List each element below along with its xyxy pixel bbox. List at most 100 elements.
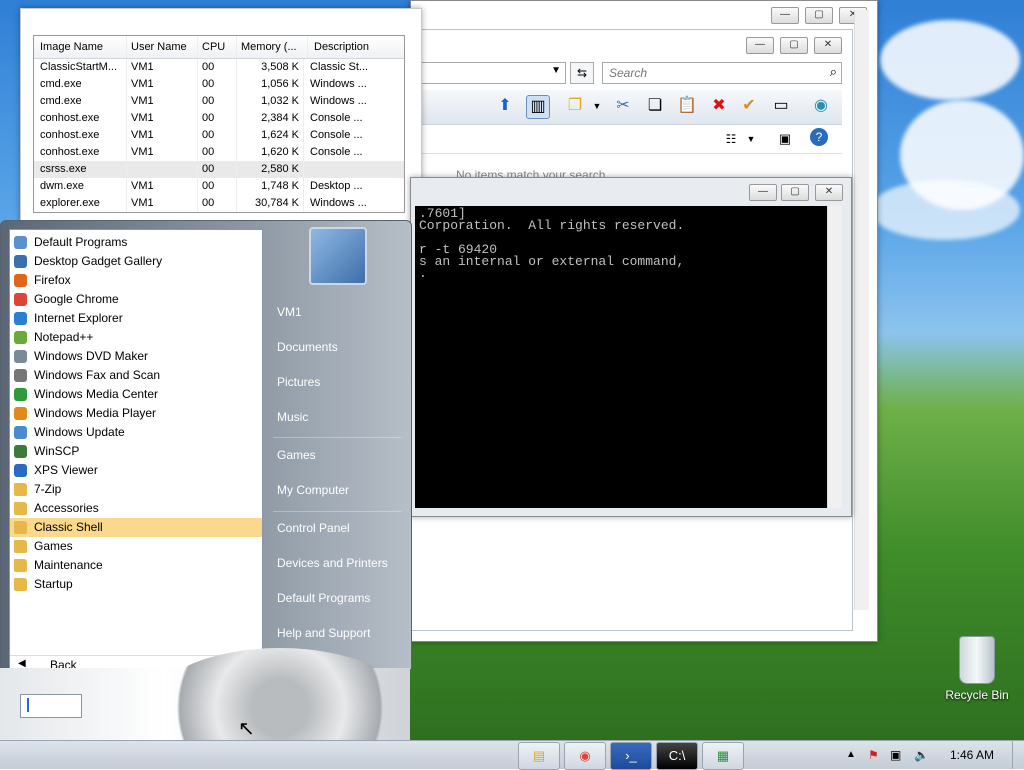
table-row[interactable]: ClassicStartM... VM1 00 3,508 K Classic St..… [34, 59, 404, 76]
program-item[interactable]: Windows Update [10, 423, 262, 442]
minimize-button[interactable]: — [749, 184, 777, 201]
start-item-control-panel[interactable]: Control Panel [277, 521, 350, 535]
chevron-down-icon[interactable]: ▼ [740, 128, 762, 150]
program-item[interactable]: Maintenance [10, 556, 262, 575]
table-row[interactable]: explorer.exe VM1 00 30,784 K Windows ... [34, 195, 404, 212]
refresh-icon[interactable]: ⇆ [570, 62, 594, 84]
delete-icon[interactable]: ✖ [708, 95, 730, 117]
console-scrollbar[interactable] [827, 206, 842, 508]
taskbar-explorer-icon[interactable]: ▤ [518, 742, 560, 770]
paste-icon[interactable]: 📋 [676, 95, 698, 117]
table-row[interactable]: conhost.exe VM1 00 2,384 K Console ... [34, 110, 404, 127]
program-item[interactable]: Default Programs [10, 233, 262, 252]
column-user-name[interactable]: User Name [126, 36, 197, 58]
taskbar-powershell-icon[interactable]: ›_ [610, 742, 652, 770]
program-label: Firefox [34, 273, 71, 287]
volume-icon[interactable]: 🔈 [914, 741, 929, 769]
cut-icon[interactable]: ✂ [612, 95, 634, 117]
minimize-button[interactable]: — [771, 7, 799, 24]
folder-icon [14, 578, 27, 591]
program-item[interactable]: Windows DVD Maker [10, 347, 262, 366]
start-item-help-support[interactable]: Help and Support [277, 626, 370, 640]
maximize-button[interactable]: ▢ [805, 7, 833, 24]
command-prompt-window[interactable]: — ▢ ✕ .7601] Corporation. All rights rese… [410, 177, 852, 517]
taskbar-cmd-icon[interactable]: C:\ [656, 742, 698, 770]
table-row[interactable]: dwm.exe VM1 00 1,748 K Desktop ... [34, 178, 404, 195]
close-button[interactable]: ✕ [815, 184, 843, 201]
table-cell: 1,032 K [236, 93, 303, 110]
program-item[interactable]: Accessories [10, 499, 262, 518]
clock[interactable]: 1:46 AM [950, 741, 994, 769]
table-row[interactable]: csrss.exe 00 2,580 K [34, 161, 404, 178]
search-icon[interactable]: ⌕ [830, 64, 837, 80]
column-memory[interactable]: Memory (... [236, 36, 307, 58]
start-item-default-programs[interactable]: Default Programs [277, 591, 370, 605]
up-arrow-icon[interactable]: ⬆ [494, 95, 516, 117]
table-row[interactable]: conhost.exe VM1 00 1,620 K Console ... [34, 144, 404, 161]
table-cell: 00 [197, 178, 236, 195]
column-cpu[interactable]: CPU [197, 36, 236, 58]
action-center-icon[interactable]: ⚑ [868, 741, 879, 769]
program-item[interactable]: Internet Explorer [10, 309, 262, 328]
address-bar[interactable]: ▼ [412, 62, 566, 84]
pane-toggle-icon[interactable]: ▥ [526, 95, 550, 119]
program-item[interactable]: Firefox [10, 271, 262, 290]
chrome-icon [14, 293, 27, 306]
program-item[interactable]: Google Chrome [10, 290, 262, 309]
start-search-input[interactable] [20, 694, 82, 718]
program-item[interactable]: Classic Shell [10, 518, 262, 537]
program-label: XPS Viewer [34, 463, 98, 477]
program-item[interactable]: Windows Media Player [10, 404, 262, 423]
view-list-icon[interactable]: ☷ [720, 128, 742, 150]
start-item-documents[interactable]: Documents [277, 340, 338, 354]
start-item-music[interactable]: Music [277, 410, 308, 424]
user-avatar[interactable] [309, 227, 367, 285]
program-item[interactable]: 7-Zip [10, 480, 262, 499]
recycle-bin[interactable]: Recycle Bin [944, 636, 1010, 702]
start-item-devices-printers[interactable]: Devices and Printers [277, 556, 388, 570]
folder-icon [14, 521, 27, 534]
table-cell: Windows ... [303, 76, 382, 93]
taskbar-taskmgr-icon[interactable]: ▦ [702, 742, 744, 770]
rename-icon[interactable]: ▭ [770, 95, 792, 117]
chevron-down-icon[interactable]: ▼ [551, 65, 561, 76]
show-hidden-icons-icon[interactable]: ▲ [846, 741, 856, 769]
start-item-pictures[interactable]: Pictures [277, 375, 320, 389]
explorer-scrollbar[interactable] [854, 10, 869, 610]
program-item[interactable]: WinSCP [10, 442, 262, 461]
table-row[interactable]: conhost.exe VM1 00 1,624 K Console ... [34, 127, 404, 144]
copy-icon[interactable]: ❏ [644, 95, 666, 117]
taskbar-chrome-icon[interactable]: ◉ [564, 742, 606, 770]
console-output[interactable]: .7601] Corporation. All rights reserved. r… [415, 206, 827, 508]
search-input[interactable]: Search ⌕ [602, 62, 842, 84]
column-image-name[interactable]: Image Name [34, 36, 126, 58]
program-item[interactable]: Windows Media Center [10, 385, 262, 404]
start-item-user[interactable]: VM1 [277, 305, 302, 319]
start-item-games[interactable]: Games [277, 448, 316, 462]
recycle-bin-label[interactable]: Recycle Bin [944, 688, 1010, 702]
inner-maximize-button[interactable]: ▢ [780, 37, 808, 54]
help-icon[interactable]: ? [810, 128, 828, 146]
shell-icon[interactable]: ◉ [810, 95, 832, 117]
program-item[interactable]: Notepad++ [10, 328, 262, 347]
program-item[interactable]: Desktop Gadget Gallery [10, 252, 262, 271]
checkmark-icon[interactable]: ✔ [738, 95, 760, 117]
program-item[interactable]: Games [10, 537, 262, 556]
folder-options-icon[interactable]: ❐ [564, 95, 586, 117]
program-item[interactable]: Startup [10, 575, 262, 594]
column-description[interactable]: Description [307, 36, 386, 58]
table-row[interactable]: cmd.exe VM1 00 1,032 K Windows ... [34, 93, 404, 110]
table-row[interactable]: cmd.exe VM1 00 1,056 K Windows ... [34, 76, 404, 93]
program-item[interactable]: Windows Fax and Scan [10, 366, 262, 385]
inner-minimize-button[interactable]: — [746, 37, 774, 54]
table-cell: VM1 [126, 110, 197, 127]
maximize-button[interactable]: ▢ [781, 184, 809, 201]
program-item[interactable]: XPS Viewer [10, 461, 262, 480]
inner-close-button[interactable]: ✕ [814, 37, 842, 54]
preview-pane-icon[interactable]: ▣ [774, 128, 796, 150]
chevron-down-icon[interactable]: ▼ [586, 95, 608, 117]
recycle-bin-icon[interactable] [959, 636, 995, 684]
show-desktop-button[interactable] [1012, 741, 1024, 769]
network-icon[interactable]: ▣ [890, 741, 901, 769]
start-item-my-computer[interactable]: My Computer [277, 483, 349, 497]
